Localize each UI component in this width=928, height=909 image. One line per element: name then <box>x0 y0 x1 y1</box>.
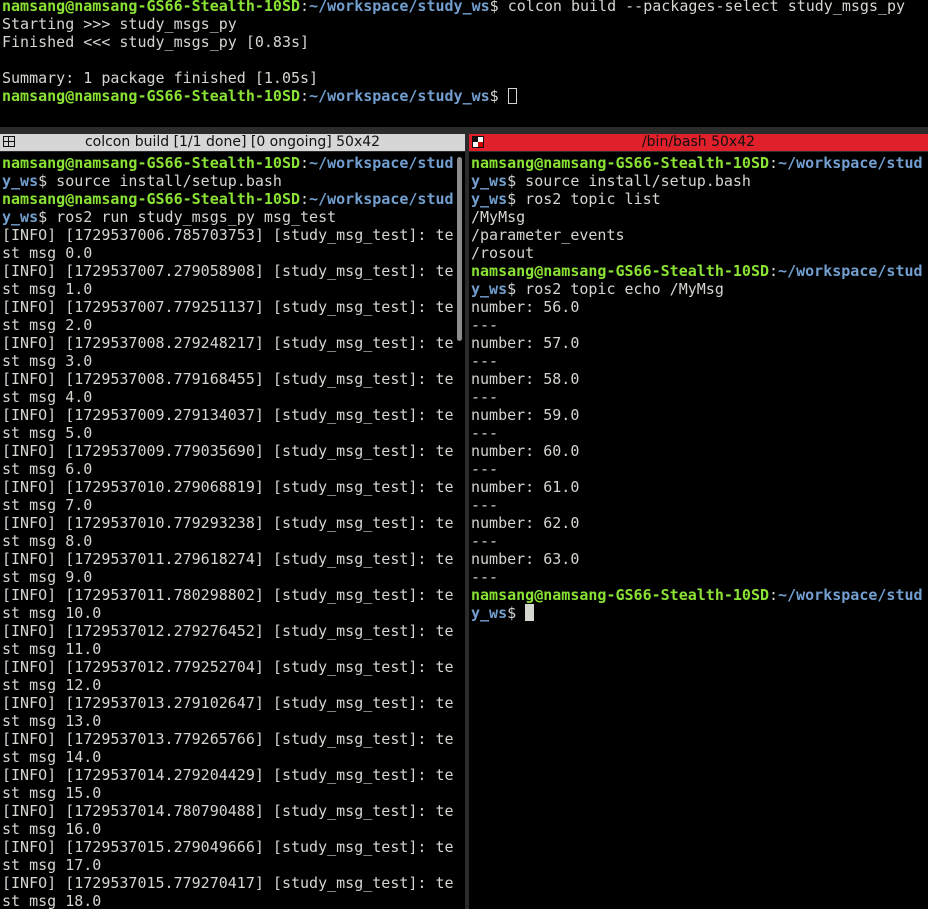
log-line: st msg 6.0 <box>2 460 93 478</box>
log-line: st msg 12.0 <box>2 676 102 694</box>
right-pane-title: /bin/bash 50x42 <box>641 134 756 150</box>
log-line: [INFO] [1729537014.279204429] [study_msg… <box>2 766 454 784</box>
echo-line: number: 59.0 <box>471 406 580 424</box>
log-line: [INFO] [1729537010.779293238] [study_msg… <box>2 514 454 532</box>
prompt-line: y_ws$ <box>471 604 923 622</box>
prompt-line: y_ws$ source install/setup.bash <box>2 172 282 190</box>
echo-output: number: 56.0 --- number: 57.0 --- number: 58… <box>471 298 923 586</box>
log-line: st msg 7.0 <box>2 496 93 514</box>
log-output: [INFO] [1729537006.785703753] [study_msg… <box>2 226 454 909</box>
cursor <box>507 88 517 104</box>
prompt-line: y_ws$ ros2 topic echo /MyMsg <box>471 280 724 298</box>
prompt-line: namsang@namsang-GS66-Stealth-10SD:~/work… <box>2 154 454 172</box>
output-line: Summary: 1 package finished [1.05s] <box>2 69 319 87</box>
log-line: [INFO] [1729537013.279102647] [study_msg… <box>2 694 454 712</box>
prompt-line: y_ws$ source install/setup.bash <box>471 172 751 190</box>
log-line: [INFO] [1729537012.779252704] [study_msg… <box>2 658 454 676</box>
log-line: [INFO] [1729537013.779265766] [study_msg… <box>2 730 454 748</box>
log-line: [INFO] [1729537010.279068819] [study_msg… <box>2 478 454 496</box>
left-pane-title: colcon build [1/1 done] [0 ongoing] 50x4… <box>84 134 381 150</box>
log-line: st msg 0.0 <box>2 244 93 262</box>
log-line: st msg 1.0 <box>2 280 93 298</box>
echo-line: number: 62.0 <box>471 514 580 532</box>
prompt-line: y_ws$ ros2 topic list <box>471 190 661 208</box>
command-text: colcon build --packages-select study_msg… <box>498 0 906 15</box>
left-pane-titlebar[interactable]: colcon build [1/1 done] [0 ongoing] 50x4… <box>0 134 465 151</box>
log-line: st msg 2.0 <box>2 316 93 334</box>
prompt-line: y_ws$ ros2 run study_msgs_py msg_test <box>2 208 337 226</box>
log-line: st msg 10.0 <box>2 604 102 622</box>
prompt-line: namsang@namsang-GS66-Stealth-10SD:~/work… <box>2 190 454 208</box>
right-pane-titlebar[interactable]: /bin/bash 50x42 <box>469 134 928 151</box>
log-line: st msg 17.0 <box>2 856 102 874</box>
log-line: [INFO] [1729537008.779168455] [study_msg… <box>2 370 454 388</box>
prompt-line: namsang@namsang-GS66-Stealth-10SD:~/work… <box>2 87 905 105</box>
left-pane-scrollbar[interactable] <box>457 157 462 341</box>
echo-line: --- <box>471 316 499 334</box>
echo-line: --- <box>471 460 499 478</box>
log-line: st msg 5.0 <box>2 424 93 442</box>
log-line: st msg 4.0 <box>2 388 93 406</box>
cursor <box>525 604 535 621</box>
log-line: [INFO] [1729537007.779251137] [study_msg… <box>2 298 454 316</box>
echo-line: --- <box>471 424 499 442</box>
log-line: [INFO] [1729537009.279134037] [study_msg… <box>2 406 454 424</box>
prompt-line: namsang@namsang-GS66-Stealth-10SD:~/work… <box>471 262 923 280</box>
log-line: [INFO] [1729537011.279618274] [study_msg… <box>2 550 454 568</box>
echo-line: --- <box>471 532 499 550</box>
log-line: [INFO] [1729537012.279276452] [study_msg… <box>2 622 454 640</box>
output-line: Finished <<< study_msgs_py [0.83s] <box>2 33 310 51</box>
log-line: [INFO] [1729537015.779270417] [study_msg… <box>2 874 454 892</box>
output-line: Starting >>> study_msgs_py <box>2 15 237 33</box>
echo-line: number: 61.0 <box>471 478 580 496</box>
prompt-line: namsang@namsang-GS66-Stealth-10SD:~/work… <box>471 586 923 604</box>
echo-line: --- <box>471 496 499 514</box>
topic-item: /parameter_events <box>471 226 625 244</box>
log-line: [INFO] [1729537015.279049666] [study_msg… <box>2 838 454 856</box>
log-line: st msg 16.0 <box>2 820 102 838</box>
log-line: st msg 18.0 <box>2 892 102 909</box>
log-line: st msg 11.0 <box>2 640 102 658</box>
echo-line: --- <box>471 352 499 370</box>
terminal-grid-icon[interactable] <box>472 136 484 148</box>
echo-line: --- <box>471 568 499 586</box>
echo-line: number: 60.0 <box>471 442 580 460</box>
log-line: [INFO] [1729537008.279248217] [study_msg… <box>2 334 454 352</box>
log-line: [INFO] [1729537009.779035690] [study_msg… <box>2 442 454 460</box>
echo-line: number: 58.0 <box>471 370 580 388</box>
top-terminal-pane[interactable]: namsang@namsang-GS66-Stealth-10SD:~/work… <box>0 0 928 127</box>
left-terminal-pane[interactable]: namsang@namsang-GS66-Stealth-10SD:~/work… <box>0 152 465 909</box>
log-line: [INFO] [1729537014.780790488] [study_msg… <box>2 802 454 820</box>
log-line: [INFO] [1729537006.785703753] [study_msg… <box>2 226 454 244</box>
log-line: st msg 14.0 <box>2 748 102 766</box>
log-line: [INFO] [1729537011.780298802] [study_msg… <box>2 586 454 604</box>
log-line: st msg 9.0 <box>2 568 93 586</box>
prompt-line: namsang@namsang-GS66-Stealth-10SD:~/work… <box>2 0 905 15</box>
split-pane-icon[interactable] <box>3 136 15 147</box>
log-line: st msg 15.0 <box>2 784 102 802</box>
prompt-line: namsang@namsang-GS66-Stealth-10SD:~/work… <box>471 154 923 172</box>
log-line: st msg 13.0 <box>2 712 102 730</box>
echo-line: --- <box>471 388 499 406</box>
echo-line: number: 56.0 <box>471 298 580 316</box>
topic-item: /rosout <box>471 244 535 262</box>
log-line: [INFO] [1729537007.279058908] [study_msg… <box>2 262 454 280</box>
echo-line: number: 63.0 <box>471 550 580 568</box>
right-terminal-pane[interactable]: namsang@namsang-GS66-Stealth-10SD:~/work… <box>469 152 928 909</box>
echo-line: number: 57.0 <box>471 334 580 352</box>
log-line: st msg 3.0 <box>2 352 93 370</box>
log-line: st msg 8.0 <box>2 532 93 550</box>
topic-item: /MyMsg <box>471 208 526 226</box>
